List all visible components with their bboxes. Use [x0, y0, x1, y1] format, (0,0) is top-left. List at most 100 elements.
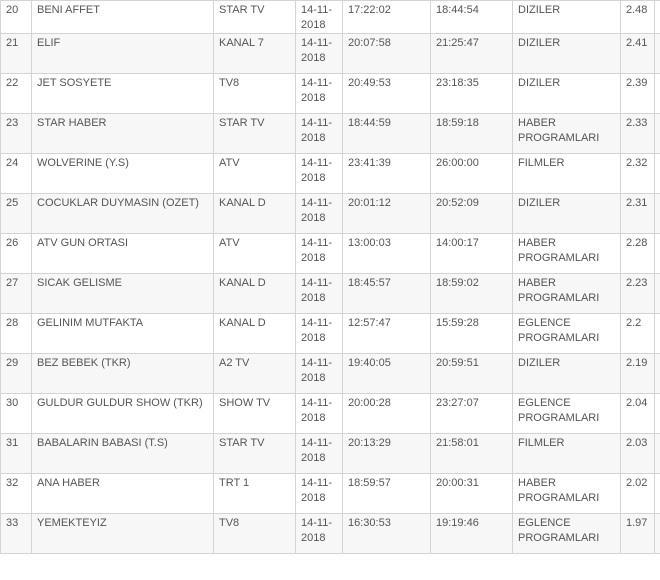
channel-cell: A2 TV — [213, 353, 296, 394]
program-cell: BEZ BEBEK (TKR) — [31, 353, 214, 394]
channel-cell: ATV — [213, 233, 296, 274]
genre-line-1: DIZILER — [518, 37, 561, 49]
table-row: 25 COCUKLAR DUYMASIN (OZET) KANAL D 14-11- 2… — [0, 193, 660, 234]
genre-line-1: HABER — [518, 477, 556, 489]
rating-cell: 2.31 — [620, 193, 655, 234]
date-day-text: 14-11- — [301, 197, 332, 209]
genre-cell: HABER PROGRAMLARI — [512, 473, 621, 514]
start-time-cell: 19:40:05 — [342, 353, 431, 394]
program-cell: SICAK GELISME — [31, 273, 214, 314]
share-cell: 4.96 — [654, 353, 660, 394]
date-year-text: 2018 — [301, 452, 326, 464]
rating-cell: 2.48 — [620, 0, 655, 34]
genre-cell: EGLENCE PROGRAMLARI — [512, 393, 621, 434]
channel-cell: ATV — [213, 153, 296, 194]
rating-cell: 2.23 — [620, 273, 655, 314]
table-row: 31 BABALARIN BABASI (T.S) STAR TV 14-11- 201… — [0, 433, 660, 474]
genre-line-1: DIZILER — [518, 357, 561, 369]
end-time-cell: 21:58:01 — [430, 433, 513, 474]
genre-line-2: PROGRAMLARI — [518, 492, 600, 504]
channel-cell: KANAL D — [213, 193, 296, 234]
genre-cell: DIZILER — [512, 33, 621, 74]
date-year-text: 2018 — [301, 92, 326, 104]
share-cell: 6.44 — [654, 113, 660, 154]
table-row: 26 ATV GUN ORTASI ATV 14-11- 2018 13:00:03 14:… — [0, 233, 660, 274]
rank-cell: 25 — [0, 193, 32, 234]
share-cell: 5.04 — [654, 193, 660, 234]
date-day-text: 14-11- — [301, 277, 332, 289]
date-year-text: 2018 — [301, 252, 326, 264]
program-cell: ATV GUN ORTASI — [31, 233, 214, 274]
table-row: 32 ANA HABER TRT 1 14-11- 2018 18:59:57 20:00:… — [0, 473, 660, 514]
date-cell: 14-11- 2018 — [295, 273, 343, 314]
start-time-cell: 20:01:12 — [342, 193, 431, 234]
date-year-text: 2018 — [301, 212, 326, 224]
ratings-table: 20 BENI AFFET STAR TV 14-11- 2018 17:22:02 18:… — [0, 0, 660, 554]
rank-cell: 30 — [0, 393, 32, 434]
table-row: 29 BEZ BEBEK (TKR) A2 TV 14-11- 2018 19:40:05… — [0, 353, 660, 394]
channel-cell: STAR TV — [213, 113, 296, 154]
rank-cell: 26 — [0, 233, 32, 274]
end-time-cell: 15:59:28 — [430, 313, 513, 354]
share-cell: 6.16 — [654, 273, 660, 314]
genre-cell: FILMLER — [512, 433, 621, 474]
program-cell: ELIF — [31, 33, 214, 74]
genre-line-1: EGLENCE — [518, 317, 571, 329]
date-day-text: 14-11- — [301, 357, 332, 369]
end-time-cell: 20:00:31 — [430, 473, 513, 514]
rank-cell: 22 — [0, 73, 32, 114]
start-time-cell: 18:59:57 — [342, 473, 431, 514]
date-year-text: 2018 — [301, 532, 326, 544]
share-cell: 5.12 — [654, 473, 660, 514]
table-row: 27 SICAK GELISME KANAL D 14-11- 2018 18:45:57… — [0, 273, 660, 314]
date-day-text: 14-11- — [301, 117, 332, 129]
end-time-cell: 26:00:00 — [430, 153, 513, 194]
start-time-cell: 18:44:59 — [342, 113, 431, 154]
start-time-cell: 17:22:02 — [342, 0, 431, 34]
date-year-text: 2018 — [301, 19, 326, 31]
date-cell: 14-11- 2018 — [295, 473, 343, 514]
rank-cell: 33 — [0, 513, 32, 554]
end-time-cell: 19:19:46 — [430, 513, 513, 554]
genre-line-1: DIZILER — [518, 4, 561, 16]
date-day-text: 14-11- — [301, 157, 332, 169]
share-cell: 7.82 — [654, 0, 660, 34]
genre-line-1: EGLENCE — [518, 397, 571, 409]
end-time-cell: 23:18:35 — [430, 73, 513, 114]
channel-cell: TV8 — [213, 513, 296, 554]
genre-cell: FILMLER — [512, 153, 621, 194]
start-time-cell: 13:00:03 — [342, 233, 431, 274]
date-year-text: 2018 — [301, 292, 326, 304]
end-time-cell: 23:27:07 — [430, 393, 513, 434]
channel-cell: STAR TV — [213, 0, 296, 34]
date-year-text: 2018 — [301, 412, 326, 424]
program-cell: JET SOSYETE — [31, 73, 214, 114]
end-time-cell: 21:25:47 — [430, 33, 513, 74]
end-time-cell: 18:59:02 — [430, 273, 513, 314]
rating-cell: 2.28 — [620, 233, 655, 274]
start-time-cell: 20:07:58 — [342, 33, 431, 74]
channel-cell: KANAL D — [213, 313, 296, 354]
rating-cell: 1.97 — [620, 513, 655, 554]
rank-cell: 27 — [0, 273, 32, 314]
date-cell: 14-11- 2018 — [295, 193, 343, 234]
channel-cell: TRT 1 — [213, 473, 296, 514]
genre-line-1: HABER — [518, 117, 556, 129]
date-year-text: 2018 — [301, 172, 326, 184]
program-cell: GELINIM MUTFAKTA — [31, 313, 214, 354]
rank-cell: 28 — [0, 313, 32, 354]
table-row: 20 BENI AFFET STAR TV 14-11- 2018 17:22:02 18:… — [0, 0, 660, 34]
date-cell: 14-11- 2018 — [295, 353, 343, 394]
end-time-cell: 18:44:54 — [430, 0, 513, 34]
date-cell: 14-11- 2018 — [295, 113, 343, 154]
genre-line-1: DIZILER — [518, 197, 561, 209]
date-cell: 14-11- 2018 — [295, 433, 343, 474]
table-row: 24 WOLVERINE (Y.S) ATV 14-11- 2018 23:41:39 26… — [0, 153, 660, 194]
end-time-cell: 20:52:09 — [430, 193, 513, 234]
date-day-text: 14-11- — [301, 237, 332, 249]
genre-line-2: PROGRAMLARI — [518, 292, 600, 304]
end-time-cell: 20:59:51 — [430, 353, 513, 394]
date-cell: 14-11- 2018 — [295, 233, 343, 274]
genre-cell: DIZILER — [512, 0, 621, 34]
date-cell: 14-11- 2018 — [295, 513, 343, 554]
